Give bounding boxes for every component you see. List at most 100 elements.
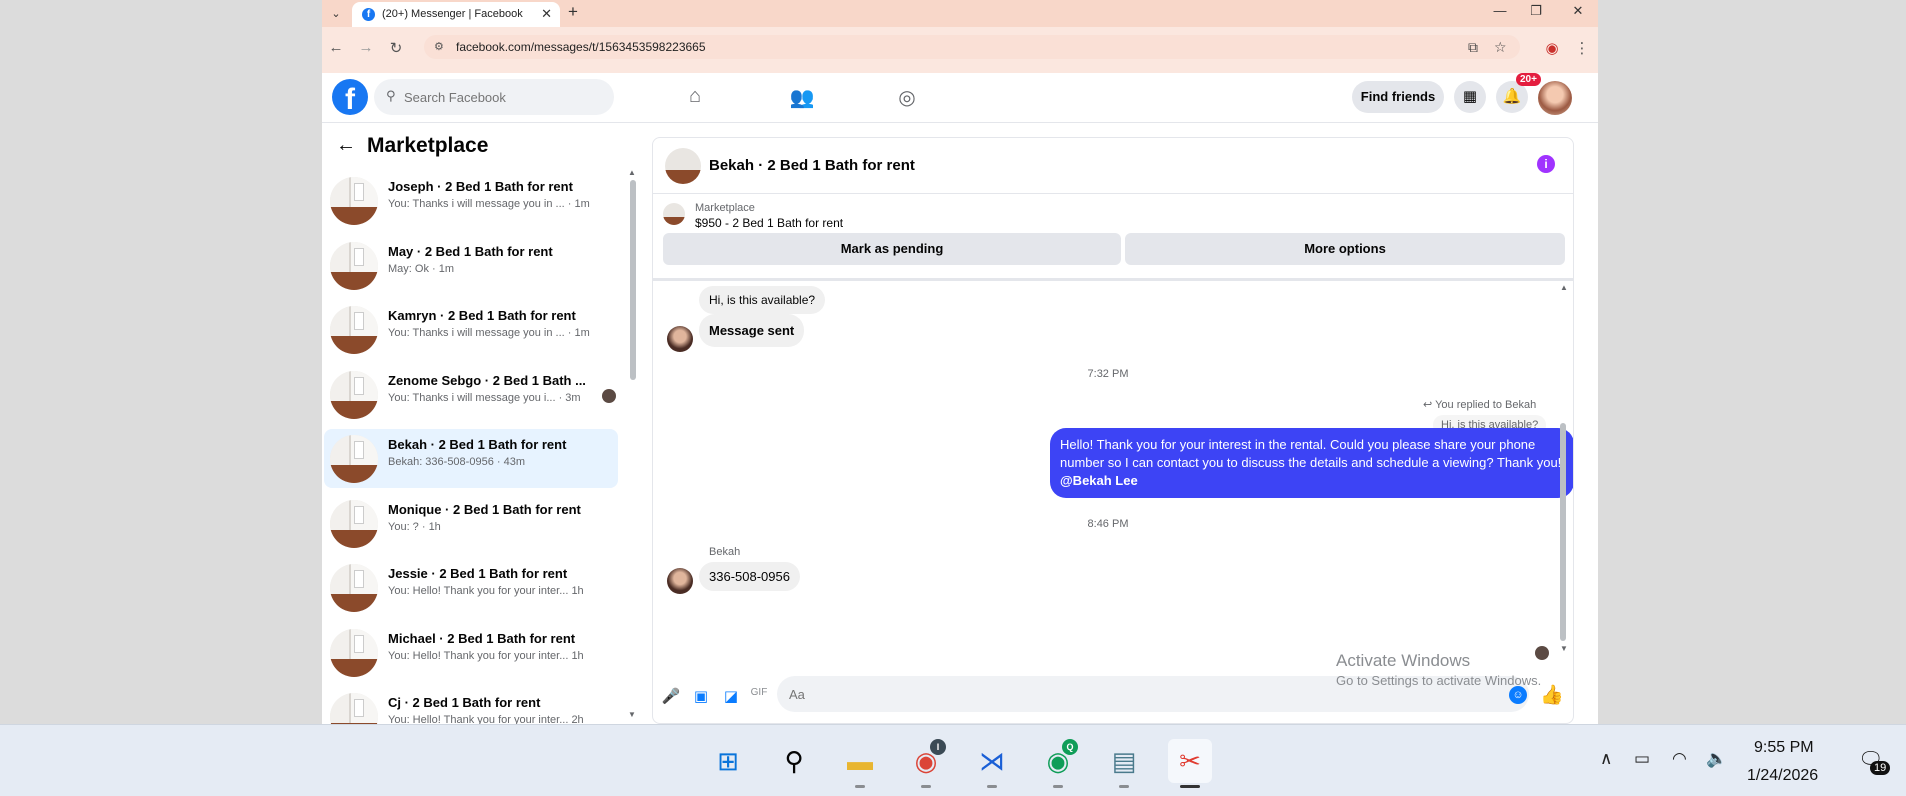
chrome-badge: I [930,739,946,755]
facebook-logo-icon[interactable]: f [332,79,368,116]
friends-icon[interactable]: 👥 [787,85,817,110]
chat-scroll-up-icon[interactable]: ▲ [1560,283,1568,292]
clock-time[interactable]: 9:55 PM [1754,739,1814,757]
facebook-header: f ⚲ ⌂ 👥 ◎ Find friends ▦ 🔔 20+ [322,73,1598,123]
sticker-icon[interactable]: ◪ [721,687,741,705]
marketplace-conversation-list: ← Marketplace Joseph · 2 Bed 1 Bath for … [322,124,640,724]
search-icon[interactable]: ⚲ [772,739,816,783]
file-explorer-icon[interactable]: ▬ [838,739,882,788]
message-bubble-incoming: Hi, is this available? [699,286,826,314]
conversation-snippet: You: Thanks i will message you i... · 3m [388,391,581,404]
tab-search-icon[interactable]: ⌄ [326,4,346,24]
bookmark-star-icon[interactable]: ☆ [1494,39,1507,56]
mark-as-pending-button[interactable]: Mark as pending [663,233,1121,265]
back-arrow-icon[interactable]: ← [336,134,356,157]
tab-close-icon[interactable]: ✕ [541,6,552,22]
menu-grid-icon[interactable]: ▦ [1454,81,1486,113]
conversation-name: Michael · 2 Bed 1 Bath for rent [388,630,576,646]
listing-thumbnail [330,241,378,290]
conversation-item[interactable]: Kamryn · 2 Bed 1 Bath for rent You: Thank… [324,300,618,359]
restore-icon[interactable]: ❐ [1524,3,1548,19]
conversation-name: Cj · 2 Bed 1 Bath for rent [388,695,541,710]
profile-icon[interactable]: ◉ [1542,39,1562,57]
emoji-icon[interactable]: ☺ [1509,686,1527,704]
reload-icon[interactable]: ↻ [386,39,406,57]
conversation-name: Monique · 2 Bed 1 Bath for rent [388,501,581,517]
conversation-snippet: You: Thanks i will message you in ... · … [388,198,590,210]
tab-bar: ⌄ f (20+) Messenger | Facebook ✕ + — ❐ ✕ [322,0,1598,27]
conversation-item[interactable]: Zenome Sebgo · 2 Bed 1 Bath ... You: Than… [324,365,618,424]
volume-icon[interactable]: 🔈 [1706,749,1727,769]
install-app-icon[interactable]: ⧉ [1468,39,1478,56]
chat-title[interactable]: Bekah · 2 Bed 1 Bath for rent [709,157,915,174]
back-icon[interactable]: ← [326,39,346,56]
listing-price[interactable]: $950 - 2 Bed 1 Bath for rent [695,216,843,230]
listing-thumbnail[interactable] [665,148,701,184]
minimize-icon[interactable]: — [1488,3,1512,18]
photo-icon[interactable]: ▣ [691,687,711,705]
more-options-button[interactable]: More options [1125,233,1565,265]
sender-avatar[interactable] [667,326,693,352]
info-icon[interactable]: i [1537,155,1555,173]
chat-scroll-down-icon[interactable]: ▼ [1560,644,1568,653]
search-box[interactable]: ⚲ [374,79,614,115]
conversation-item[interactable]: Bekah · 2 Bed 1 Bath for rent Bekah: 336-… [324,429,618,488]
chat-scrollbar[interactable] [1560,423,1566,641]
conversation-snippet: You: Hello! Thank you for your inter... … [388,649,584,662]
start-windows-icon[interactable]: ⊞ [706,739,750,783]
account-avatar[interactable] [1538,81,1572,115]
listing-thumbnail [330,693,378,724]
conversation-name: Jessie · 2 Bed 1 Bath for rent [388,566,568,581]
vscode-icon[interactable]: ⋊ [970,739,1014,788]
conversation-item[interactable]: May · 2 Bed 1 Bath for rent May: Ok · 1m [324,236,618,295]
listing-thumbnail [330,306,378,354]
conversation-item[interactable]: Joseph · 2 Bed 1 Bath for rent You: Thank… [324,171,618,230]
microphone-icon[interactable]: 🎤 [661,687,681,705]
wifi-icon[interactable]: ◠ [1672,749,1687,769]
message-sent-bubble: Message sent [699,314,805,347]
conversation-item[interactable]: Jessie · 2 Bed 1 Bath for rent You: Hello… [324,558,618,617]
thumbs-up-icon[interactable]: 👍 [1540,683,1564,707]
forward-icon[interactable]: → [356,39,376,56]
chrome-profile-icon[interactable]: ◉ Q [1036,739,1080,788]
terminal-icon[interactable]: ▤ [1102,739,1146,788]
groups-icon[interactable]: ◎ [892,85,922,110]
new-tab-icon[interactable]: + [568,2,578,22]
clock-date[interactable]: 1/24/2026 [1747,767,1818,785]
tab-messenger[interactable]: f (20+) Messenger | Facebook ✕ [352,2,560,27]
sender-avatar[interactable] [667,568,693,594]
reply-note-text: You replied to Bekah [1435,399,1537,411]
sender-name: Bekah [709,546,741,558]
site-info-icon[interactable]: ⚙ [434,40,444,53]
conversation-item[interactable]: Cj · 2 Bed 1 Bath for rent You: Hello! Th… [324,687,618,724]
gif-icon[interactable]: GIF [749,687,769,698]
conversation-item[interactable]: Michael · 2 Bed 1 Bath for rent You: Hell… [324,623,618,682]
chat-header: Bekah · 2 Bed 1 Bath for rent i [653,138,1573,194]
listing-thumbnail [330,499,378,548]
listing-thumbnail [330,628,378,677]
snipping-tool-icon[interactable]: ✂ [1168,739,1212,788]
outgoing-message-text: Hello! Thank you for your interest in th… [1060,437,1562,470]
find-friends-button[interactable]: Find friends [1352,81,1444,113]
url-text[interactable]: facebook.com/messages/t/1563453598223665 [456,40,706,54]
conversation-item[interactable]: Monique · 2 Bed 1 Bath for rent You: ? · … [324,494,618,553]
left-scrollbar[interactable] [630,180,636,380]
search-input[interactable] [404,79,604,115]
conversation-name: Kamryn · 2 Bed 1 Bath for rent [388,308,576,323]
close-window-icon[interactable]: ✕ [1566,3,1590,19]
scroll-up-icon[interactable]: ▲ [628,168,636,177]
mention-link[interactable]: @Bekah Lee [1060,473,1138,488]
chrome-icon[interactable]: ◉ I [904,739,948,788]
read-receipt-avatar [602,388,616,403]
tray-overflow-icon[interactable]: ∧ [1600,749,1612,769]
conversation-snippet: You: Hello! Thank you for your inter... … [388,714,584,724]
notification-count: 19 [1870,761,1891,775]
message-bubble-phone: 336-508-0956 [699,562,800,591]
omnibox[interactable]: ⚙ facebook.com/messages/t/15634535982236… [424,35,1520,59]
marketplace-title: Marketplace [367,134,489,157]
scroll-down-icon[interactable]: ▼ [628,710,636,719]
browser-menu-icon[interactable]: ⋮ [1572,39,1592,57]
listing-label: Marketplace [695,202,755,214]
battery-icon[interactable]: ▭ [1634,749,1650,769]
home-icon[interactable]: ⌂ [680,85,710,108]
